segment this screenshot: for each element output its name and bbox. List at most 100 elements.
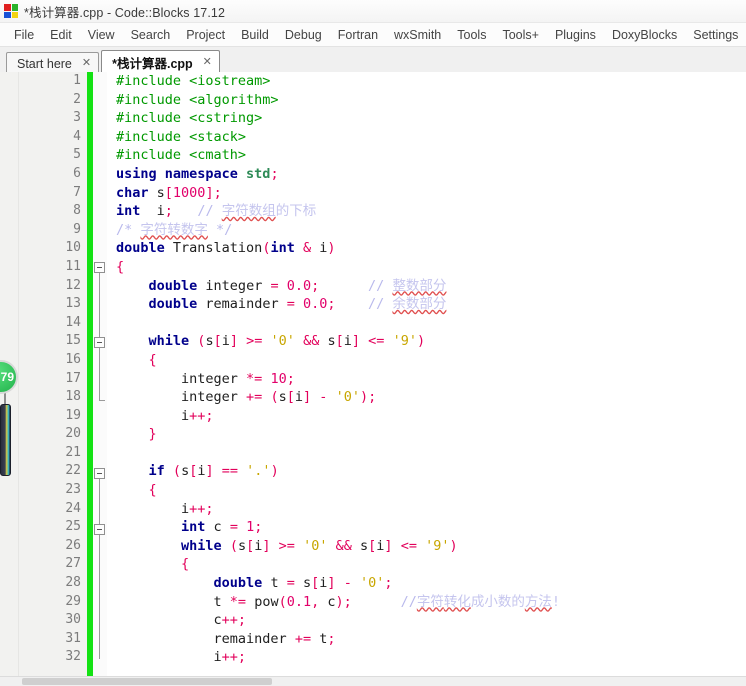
menu-item-plugins[interactable]: Plugins (547, 26, 604, 44)
code-editor[interactable]: 1 2 3 4 5 6 7 8 9 10 11 12 13 14 15 16 1… (0, 72, 746, 677)
line-number-gutter: 1 2 3 4 5 6 7 8 9 10 11 12 13 14 15 16 1… (19, 72, 87, 677)
line-number: 15 (65, 333, 81, 349)
line-number: 24 (65, 500, 81, 516)
overlay-badge-value: 79 (0, 370, 14, 384)
code-line: i++; (116, 649, 247, 666)
code-line: using namespace std; (116, 165, 279, 182)
menu-item-tools-plus[interactable]: Tools+ (494, 26, 546, 44)
code-line: double integer = 0.0; // 整数部分 (148, 277, 447, 294)
line-number: 27 (65, 556, 81, 572)
line-number: 22 (65, 463, 81, 479)
line-number: 20 (65, 426, 81, 442)
code-line: { (116, 258, 125, 275)
line-number: 21 (65, 444, 81, 460)
code-line: if (s[i] == '.') (148, 463, 279, 480)
line-number: 10 (65, 240, 81, 256)
codeblocks-window: *栈计算器.cpp - Code::Blocks 17.12 File Edit… (0, 0, 746, 686)
code-line: { (148, 482, 157, 499)
line-number: 2 (73, 91, 81, 107)
line-number: 16 (65, 351, 81, 367)
tab-label: *栈计算器.cpp (112, 57, 193, 71)
line-number: 32 (65, 649, 81, 665)
scrollbar-thumb[interactable] (22, 678, 272, 685)
code-line: while (s[i] >= '0' && s[i] <= '9') (148, 333, 426, 350)
fold-marker-icon[interactable] (94, 468, 105, 479)
code-line: c++; (116, 612, 247, 629)
menu-bar: File Edit View Search Project Build Debu… (0, 23, 746, 47)
code-line: double t = s[i] - '0'; (213, 575, 393, 592)
menu-item-tools[interactable]: Tools (449, 26, 494, 44)
line-number: 7 (73, 184, 81, 200)
line-number: 19 (65, 407, 81, 423)
tab-label: Start here (17, 56, 72, 71)
line-number: 17 (65, 370, 81, 386)
fold-marker-icon[interactable] (94, 262, 105, 273)
code-line: t *= pow(0.1, c); //字符转化成小数的方法! (116, 593, 560, 610)
code-line: integer += (s[i] - '0'); (116, 389, 377, 406)
title-bar: *栈计算器.cpp - Code::Blocks 17.12 (0, 0, 746, 23)
editor-tab-bar: Start here ✕ *栈计算器.cpp ✕ (0, 47, 746, 74)
menu-item-wxsmith[interactable]: wxSmith (386, 26, 449, 44)
line-number: 1 (73, 73, 81, 88)
menu-item-file[interactable]: File (6, 26, 42, 44)
fold-connector (99, 479, 100, 659)
line-number: 5 (73, 147, 81, 163)
line-number: 3 (73, 110, 81, 126)
code-line: double Translation(int & i) (116, 240, 336, 257)
close-icon[interactable]: ✕ (203, 57, 212, 68)
menu-item-view[interactable]: View (80, 26, 123, 44)
code-text-area[interactable]: #include <iostream> #include <algorithm>… (107, 72, 746, 677)
line-number: 23 (65, 482, 81, 498)
line-number: 13 (65, 296, 81, 312)
tab-stack-calculator-cpp[interactable]: *栈计算器.cpp ✕ (101, 50, 220, 74)
code-folding-column[interactable] (93, 72, 107, 677)
line-number: 18 (65, 389, 81, 405)
code-line: #include <cmath> (116, 147, 247, 164)
fold-marker-icon[interactable] (94, 337, 105, 348)
line-number: 12 (65, 277, 81, 293)
menu-item-fortran[interactable]: Fortran (330, 26, 386, 44)
menu-item-edit[interactable]: Edit (42, 26, 80, 44)
code-line: double remainder = 0.0; // 余数部分 (148, 296, 447, 313)
line-number: 14 (65, 314, 81, 330)
code-line: { (148, 351, 157, 368)
menu-item-doxyblocks[interactable]: DoxyBlocks (604, 26, 685, 44)
fold-connector (99, 348, 100, 400)
overlay-level-meter-icon[interactable] (0, 404, 11, 476)
menu-item-debug[interactable]: Debug (277, 26, 330, 44)
line-number: 9 (73, 221, 81, 237)
menu-item-search[interactable]: Search (123, 26, 179, 44)
menu-item-project[interactable]: Project (178, 26, 233, 44)
code-line: { (181, 556, 190, 573)
menu-item-build[interactable]: Build (233, 26, 277, 44)
close-icon[interactable]: ✕ (82, 58, 91, 69)
code-line: #include <iostream> (116, 73, 271, 89)
code-line: char s[1000]; (116, 184, 222, 201)
fold-end-tick (99, 400, 105, 401)
code-line: int c = 1; (181, 519, 263, 536)
line-number: 30 (65, 612, 81, 628)
code-line: integer *= 10; (116, 370, 295, 387)
fold-marker-icon[interactable] (94, 524, 105, 535)
line-number: 31 (65, 630, 81, 646)
code-line: } (148, 426, 157, 443)
code-line: i++; (116, 407, 214, 424)
line-number: 4 (73, 128, 81, 144)
window-title: *栈计算器.cpp - Code::Blocks 17.12 (24, 5, 225, 20)
menu-item-settings[interactable]: Settings (685, 26, 746, 44)
codeblocks-logo-icon (4, 4, 18, 18)
code-line: #include <algorithm> (116, 91, 279, 108)
horizontal-scrollbar[interactable] (0, 676, 746, 686)
line-number: 28 (65, 575, 81, 591)
code-line: while (s[i] >= '0' && s[i] <= '9') (181, 537, 458, 554)
code-line: remainder += t; (116, 630, 336, 647)
code-line: i++; (116, 500, 214, 517)
line-number: 25 (65, 519, 81, 535)
code-line: /* 字符转数字 */ (116, 221, 233, 238)
line-number: 26 (65, 537, 81, 553)
line-number: 29 (65, 593, 81, 609)
line-number: 8 (73, 203, 81, 219)
tab-start-here[interactable]: Start here ✕ (6, 52, 100, 74)
